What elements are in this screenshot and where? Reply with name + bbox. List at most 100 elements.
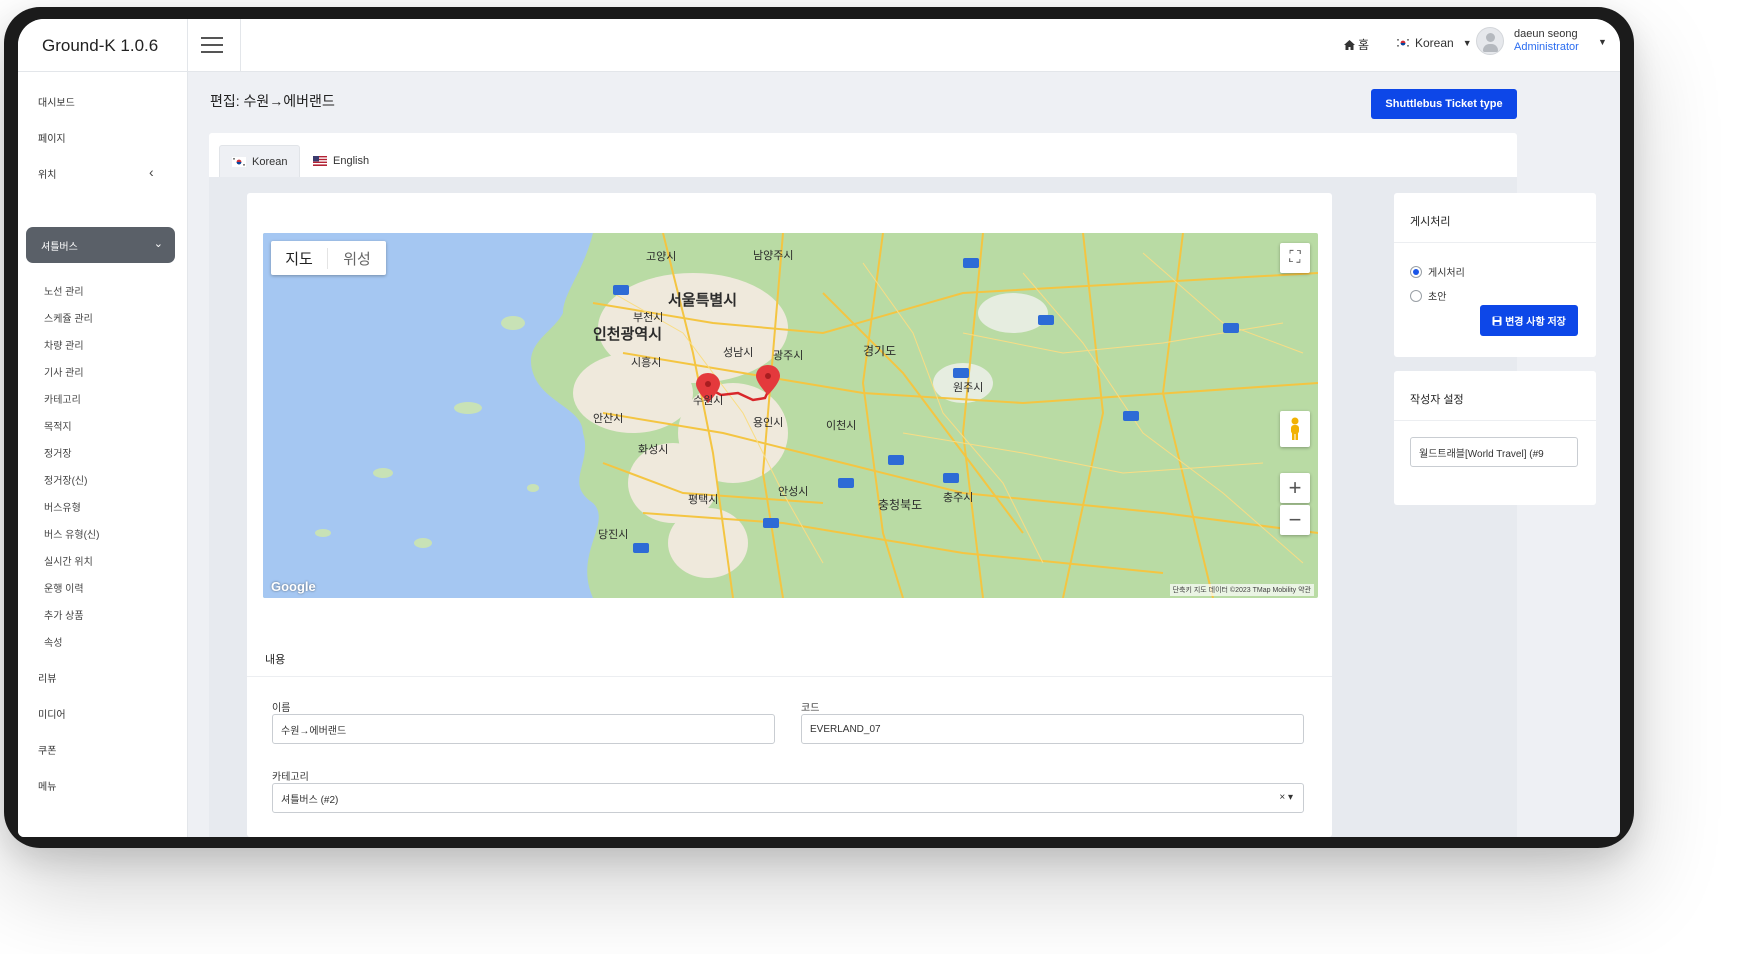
sidebar-subitem[interactable]: 차량 관리 xyxy=(44,337,84,352)
radio-on-icon xyxy=(1410,265,1422,278)
sidebar-item-shuttlebus[interactable]: 셔틀버스 ⌄ xyxy=(26,227,175,263)
map-label: 광주시 xyxy=(773,349,803,362)
section-title: 내용 xyxy=(247,631,1332,677)
map-label: 충청북도 xyxy=(878,498,922,512)
map-label: 부천시 xyxy=(633,310,663,324)
app-title: Ground-K 1.0.6 xyxy=(18,19,188,72)
map-label: 화성시 xyxy=(638,443,668,456)
save-label: 변경 사항 저장 xyxy=(1505,317,1566,328)
map-label: 당진시 xyxy=(598,528,628,541)
map-label: 서울특별시 xyxy=(668,291,737,309)
map-label: 남양주시 xyxy=(753,249,793,262)
map-label: 평택시 xyxy=(688,493,718,506)
sidebar-subitem[interactable]: 노선 관리 xyxy=(44,283,84,298)
save-changes-button[interactable]: 변경 사항 저장 xyxy=(1480,305,1578,336)
topbar-divider xyxy=(240,19,241,72)
device-frame: Ground-K 1.0.6 홈 Korean ▼ daeun seong Ad… xyxy=(4,7,1634,848)
save-icon xyxy=(1492,316,1502,325)
map-label: 용인시 xyxy=(753,416,783,429)
sidebar-subitem[interactable]: 속성 xyxy=(44,634,62,649)
sidebar-subitem[interactable]: 운행 이력 xyxy=(44,580,84,595)
tab-korean[interactable]: Korean xyxy=(219,145,301,177)
author-select[interactable]: 월드트래블[World Travel] (#9 xyxy=(1410,437,1578,467)
sidebar-subitem[interactable]: 버스유형 xyxy=(44,499,81,514)
page-title: 편집: 수원→에버랜드 xyxy=(210,93,335,109)
radio-label: 게시처리 xyxy=(1428,268,1465,279)
home-icon xyxy=(1344,39,1355,50)
name-field[interactable]: 수원→에버랜드 xyxy=(272,714,775,744)
user-menu[interactable]: daeun seong Administrator xyxy=(1476,27,1579,55)
menu-toggle-icon[interactable] xyxy=(198,33,226,57)
sidebar-subitem[interactable]: 카테고리 xyxy=(44,391,81,406)
map-label: 인천광역시 xyxy=(593,325,662,343)
home-link[interactable]: 홈 xyxy=(1344,36,1369,53)
avatar xyxy=(1476,27,1504,55)
sidebar-item-menu[interactable]: 메뉴 xyxy=(38,778,56,793)
route-map[interactable]: 고양시 남양주시 서울특별시 부천시 인천광역시 시흥시 성남시 광주시 경기도… xyxy=(263,233,1318,598)
korea-flag-icon xyxy=(1396,38,1410,48)
sidebar-item-pages[interactable]: 페이지 xyxy=(38,130,66,145)
radio-off-icon xyxy=(1410,289,1422,302)
sidebar-subitem[interactable]: 정거장 xyxy=(44,445,72,460)
sidebar-item-media[interactable]: 미디어 xyxy=(38,706,66,721)
sidebar-subitem[interactable]: 기사 관리 xyxy=(44,364,84,379)
tab-english[interactable]: English xyxy=(301,145,381,177)
radio-publish[interactable]: 게시처리 xyxy=(1410,264,1465,279)
satellite-mode-button[interactable]: 위성 xyxy=(327,247,386,269)
zoom-in-icon[interactable]: + xyxy=(1280,473,1310,503)
author-card-title: 작성자 설정 xyxy=(1394,371,1596,421)
map-label: 충주시 xyxy=(943,491,973,504)
author-card: 작성자 설정 월드트래블[World Travel] (#9 xyxy=(1394,371,1596,505)
category-label: 카테고리 xyxy=(272,772,309,783)
map-label: 시흥시 xyxy=(631,355,661,369)
top-bar: Ground-K 1.0.6 홈 Korean ▼ daeun seong Ad… xyxy=(18,19,1620,72)
language-selector[interactable]: Korean ▼ xyxy=(1396,36,1472,50)
name-label: 이름 xyxy=(272,703,291,714)
map-type-toggle[interactable]: 지도 위성 xyxy=(271,241,386,275)
sidebar-item-label: 셔틀버스 xyxy=(41,241,78,253)
map-attribution[interactable]: 단축키 지도 데이터 ©2023 TMap Mobility 약관 xyxy=(1169,584,1314,596)
korea-flag-icon xyxy=(232,156,246,167)
map-label: 이천시 xyxy=(826,418,856,432)
tab-label: English xyxy=(333,155,370,167)
code-field[interactable]: EVERLAND_07 xyxy=(801,714,1304,744)
radio-draft[interactable]: 초안 xyxy=(1410,288,1446,303)
us-flag-icon xyxy=(313,156,327,166)
tab-label: Korean xyxy=(252,155,288,168)
sidebar-item-dashboard[interactable]: 대시보드 xyxy=(38,94,75,109)
sidebar: 대시보드 페이지 위치 ‹ 셔틀버스 ⌄ 노선 관리 스케쥴 관리 차량 관리 … xyxy=(18,72,188,837)
publish-card: 게시처리 게시처리 초안 변경 사항 저장 xyxy=(1394,193,1596,357)
shuttlebus-ticket-type-button[interactable]: Shuttlebus Ticket type xyxy=(1371,89,1517,119)
category-select[interactable]: 셔틀버스 (#2) × ▾ xyxy=(272,783,1304,813)
clear-and-chevron-icon[interactable]: × ▾ xyxy=(1279,792,1293,803)
map-mode-button[interactable]: 지도 xyxy=(271,248,327,269)
street-view-pegman-icon[interactable] xyxy=(1280,411,1310,447)
chevron-down-icon: ▼ xyxy=(1462,38,1472,48)
map-label: 고양시 xyxy=(646,250,676,263)
chevron-left-icon[interactable]: ‹ xyxy=(149,164,154,180)
sidebar-item-coupons[interactable]: 쿠폰 xyxy=(38,742,56,757)
category-value: 셔틀버스 (#2) xyxy=(281,794,339,806)
map-label: 원주시 xyxy=(953,381,983,394)
map-label: 성남시 xyxy=(723,346,753,359)
map-label: 수원시 xyxy=(693,394,723,407)
user-chevron-down-icon[interactable]: ▼ xyxy=(1598,37,1607,47)
sidebar-subitem[interactable]: 스케쥴 관리 xyxy=(44,310,93,325)
map-canvas: 고양시 남양주시 서울특별시 부천시 인천광역시 시흥시 성남시 광주시 경기도… xyxy=(263,233,1318,598)
language-tabs: Korean English xyxy=(209,133,1517,177)
publish-card-title: 게시처리 xyxy=(1394,193,1596,243)
zoom-out-icon[interactable]: − xyxy=(1280,505,1310,535)
app-screen: Ground-K 1.0.6 홈 Korean ▼ daeun seong Ad… xyxy=(18,19,1620,837)
home-label: 홈 xyxy=(1358,38,1370,52)
sidebar-subitem[interactable]: 버스 유형(신) xyxy=(44,526,99,541)
sidebar-subitem[interactable]: 실시간 위치 xyxy=(44,553,93,568)
map-label: 경기도 xyxy=(863,344,896,358)
sidebar-subitem[interactable]: 추가 상품 xyxy=(44,607,84,622)
map-label: 안성시 xyxy=(778,485,808,498)
code-label: 코드 xyxy=(801,703,820,714)
sidebar-subitem[interactable]: 목적지 xyxy=(44,418,72,433)
sidebar-item-reviews[interactable]: 리뷰 xyxy=(38,670,56,685)
sidebar-subitem[interactable]: 정거장(신) xyxy=(44,472,87,487)
sidebar-item-location[interactable]: 위치 xyxy=(38,166,56,181)
fullscreen-icon[interactable]: ⛶ xyxy=(1280,243,1310,273)
